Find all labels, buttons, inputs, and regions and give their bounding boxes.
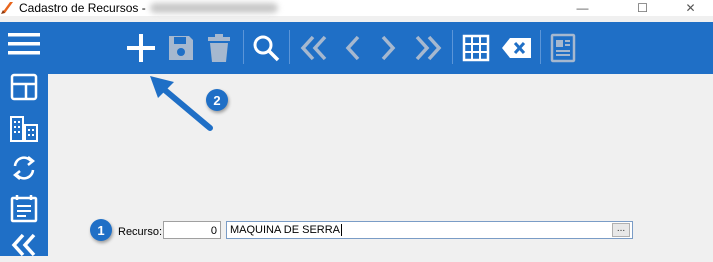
hamburger-menu-icon [8,33,40,55]
blurred-title-suffix [150,3,278,13]
minimize-button[interactable]: — [560,0,605,16]
sidebar-collapse-button[interactable] [4,228,44,262]
clear-icon [502,38,531,58]
window-title: Cadastro de Recursos - [19,1,146,15]
layout-panel-icon [10,73,38,101]
app-logo-icon [0,0,14,15]
search-button[interactable] [248,28,284,68]
delete-button[interactable] [201,28,237,68]
toolbar-separator [289,30,290,64]
first-record-icon [300,35,327,61]
toolbar-separator [540,30,541,64]
callout-badge: 2 [206,89,228,111]
close-button[interactable]: ✕ [668,0,713,16]
text-caret [341,224,343,237]
lookup-button[interactable]: ... [612,223,630,237]
grid-icon [462,34,490,62]
add-button[interactable] [123,28,159,68]
next-record-icon [381,35,396,61]
search-icon [253,35,280,62]
buildings-icon [10,116,38,142]
recurso-code-field[interactable]: 0 [163,221,221,239]
last-record-button[interactable] [410,28,446,68]
next-record-button[interactable] [370,28,406,68]
previous-record-icon [345,35,360,61]
previous-record-button[interactable] [335,28,371,68]
grid-button[interactable] [458,28,494,68]
toolbar [48,22,713,74]
plus-icon [127,34,155,62]
recurso-label: Recurso: [118,226,163,238]
list-document-icon [10,195,38,223]
sidebar-list-button[interactable] [4,191,44,225]
toolbar-separator [243,30,244,64]
maximize-button[interactable]: ☐ [620,0,665,16]
report-button[interactable] [545,28,581,68]
double-chevron-left-icon [11,233,36,257]
report-icon [550,33,576,63]
toolbar-separator [452,30,453,64]
callout-badge: 1 [90,219,112,241]
refresh-icon [12,156,36,180]
first-record-button[interactable] [296,28,332,68]
recurso-description-field[interactable]: MAQUINA DE SERRA [226,221,633,239]
trash-icon [208,34,230,62]
title-bar: Cadastro de Recursos - — ☐ ✕ [0,0,713,16]
clear-button[interactable] [499,28,535,68]
save-icon [169,36,193,60]
sidebar-layout-button[interactable] [4,70,44,104]
sidebar-menu-button[interactable] [4,27,44,61]
sidebar-refresh-button[interactable] [4,151,44,185]
last-record-icon [415,35,442,61]
sidebar [0,22,48,257]
sidebar-buildings-button[interactable] [4,111,44,145]
save-button[interactable] [163,28,199,68]
